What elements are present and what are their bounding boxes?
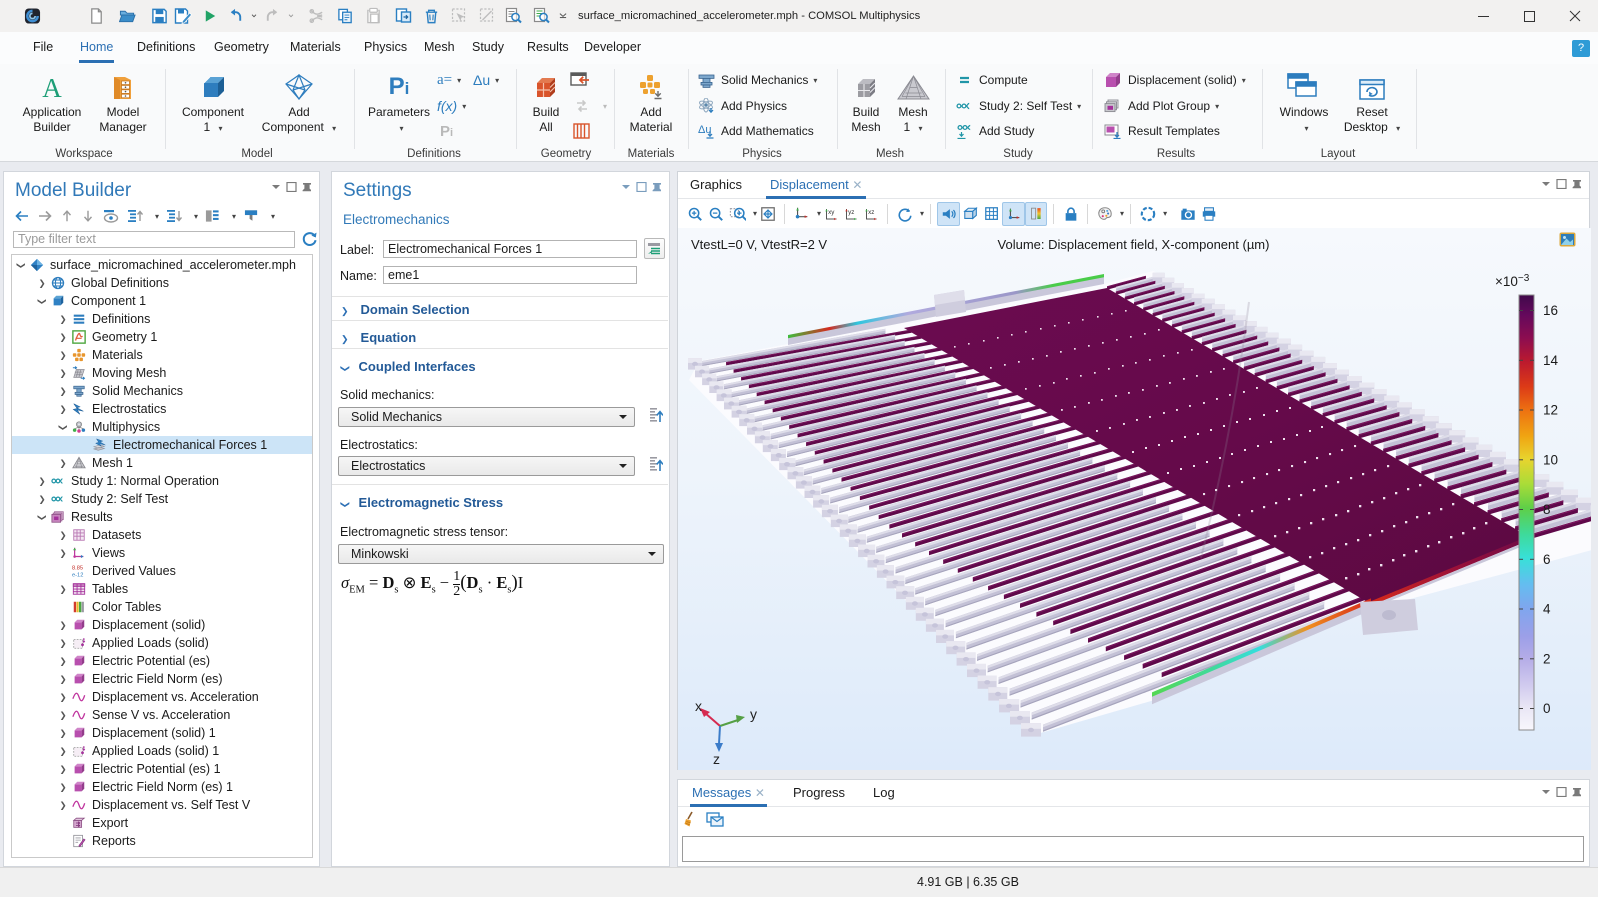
svg-text:12: 12: [1543, 403, 1558, 418]
svg-text:6: 6: [1543, 552, 1551, 567]
svg-text:xy: xy: [828, 209, 835, 216]
svg-text:4: 4: [1543, 602, 1551, 617]
svg-text:yz: yz: [848, 209, 854, 216]
svg-text:16: 16: [1543, 303, 1558, 318]
svg-text:14: 14: [1543, 353, 1559, 368]
svg-text:0: 0: [1543, 701, 1551, 716]
svg-text:z: z: [713, 751, 720, 767]
svg-text:x: x: [695, 698, 702, 714]
svg-text:e-12: e-12: [72, 572, 83, 578]
svg-text:y: y: [750, 706, 757, 722]
svg-text:xz: xz: [868, 209, 874, 216]
svg-text:8.85: 8.85: [72, 566, 83, 572]
svg-text:8: 8: [1543, 502, 1551, 517]
svg-text:2: 2: [1543, 651, 1551, 666]
svg-text:10: 10: [1543, 452, 1558, 467]
